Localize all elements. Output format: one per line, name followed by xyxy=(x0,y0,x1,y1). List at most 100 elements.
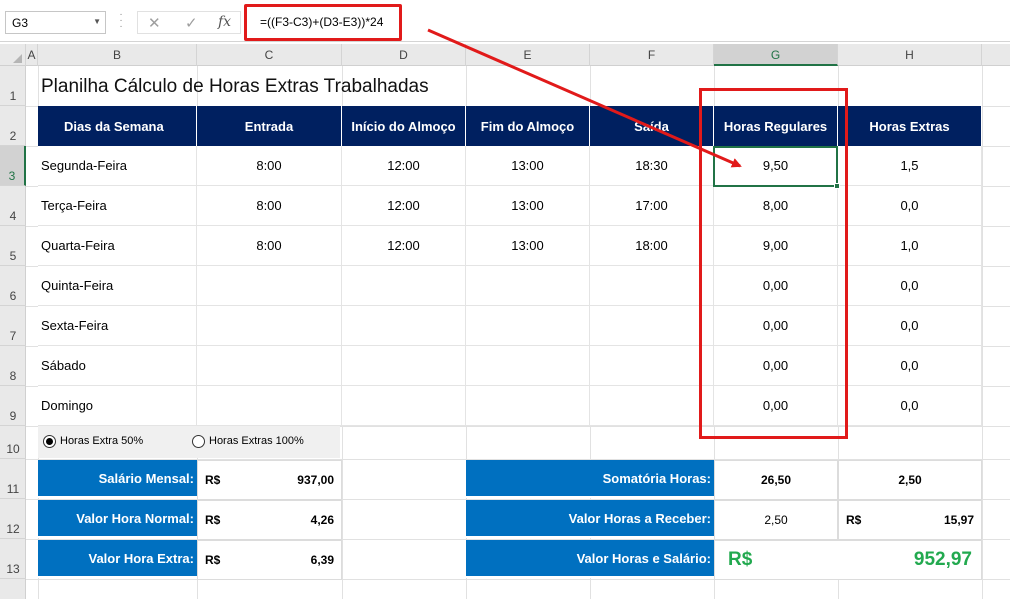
row-header-11[interactable]: 11 xyxy=(0,459,26,499)
check-icon[interactable]: ✓ xyxy=(185,14,198,32)
row-header-9[interactable]: 9 xyxy=(0,386,26,426)
label-valor-hora-normal[interactable]: Valor Hora Normal: xyxy=(38,500,197,538)
header-horas-extras[interactable]: Horas Extras xyxy=(838,106,982,146)
header-dias-da-semana[interactable]: Dias da Semana xyxy=(38,106,197,146)
cancel-icon[interactable]: ✕ xyxy=(148,14,161,32)
column-header-f[interactable]: F xyxy=(590,44,714,66)
label-somatoria-horas[interactable]: Somatória Horas: xyxy=(466,460,714,498)
name-box[interactable]: G3 ▼ xyxy=(5,11,106,34)
row-header-7[interactable]: 7 xyxy=(0,306,26,346)
row-header-4[interactable]: 4 xyxy=(0,186,26,226)
row-header-13[interactable]: 13 xyxy=(0,539,26,579)
saida-cell[interactable] xyxy=(590,346,714,386)
label-valor-horas-salario[interactable]: Valor Horas e Salário: xyxy=(466,540,714,578)
label-valor-horas-receber[interactable]: Valor Horas a Receber: xyxy=(466,500,714,538)
day-cell[interactable]: Domingo xyxy=(38,386,197,426)
row-header-5[interactable]: 5 xyxy=(0,226,26,266)
column-headers: A B C D E F G H xyxy=(0,44,1010,66)
formula-highlight-box xyxy=(244,4,402,41)
radio-horas-extra-50[interactable] xyxy=(43,435,56,448)
inicio-almoco-cell[interactable] xyxy=(342,266,466,306)
inicio-almoco-cell[interactable] xyxy=(342,346,466,386)
column-header-a[interactable]: A xyxy=(26,44,38,66)
day-cell[interactable]: Terça-Feira xyxy=(38,186,197,226)
header-fim-almoco[interactable]: Fim do Almoço xyxy=(466,106,590,146)
salario-mensal-value: 937,00 xyxy=(297,473,334,487)
chevron-down-icon[interactable]: ▼ xyxy=(93,17,101,26)
valor-hora-normal-cell[interactable]: R$ 4,26 xyxy=(197,500,342,540)
drag-handle-icon[interactable]: · · · xyxy=(116,10,126,32)
column-header-e[interactable]: E xyxy=(466,44,590,66)
row-header-10[interactable]: 10 xyxy=(0,426,26,459)
radio-horas-extras-100[interactable] xyxy=(192,435,205,448)
day-cell[interactable]: Quinta-Feira xyxy=(38,266,197,306)
horas-extras-cell[interactable]: 0,0 xyxy=(838,266,982,306)
entrada-cell[interactable]: 8:00 xyxy=(197,186,342,226)
inicio-almoco-cell[interactable]: 12:00 xyxy=(342,186,466,226)
column-header-b[interactable]: B xyxy=(38,44,197,66)
column-header-d[interactable]: D xyxy=(342,44,466,66)
day-cell[interactable]: Sexta-Feira xyxy=(38,306,197,346)
entrada-cell[interactable] xyxy=(197,386,342,426)
horas-extras-cell[interactable]: 0,0 xyxy=(838,306,982,346)
saida-cell[interactable]: 17:00 xyxy=(590,186,714,226)
row-header-6[interactable]: 6 xyxy=(0,266,26,306)
label-valor-hora-extra[interactable]: Valor Hora Extra: xyxy=(38,540,197,578)
inicio-almoco-cell[interactable]: 12:00 xyxy=(342,226,466,266)
saida-cell[interactable] xyxy=(590,386,714,426)
salario-mensal-cell[interactable]: R$ 937,00 xyxy=(197,460,342,500)
column-header-g[interactable]: G xyxy=(714,44,838,66)
inicio-almoco-cell[interactable] xyxy=(342,306,466,346)
insert-function-icon[interactable]: fx xyxy=(218,14,231,30)
header-entrada[interactable]: Entrada xyxy=(197,106,342,146)
valor-receber-horas-cell[interactable]: 2,50 xyxy=(714,500,838,540)
saida-cell[interactable]: 18:30 xyxy=(590,146,714,186)
horas-extras-cell[interactable]: 1,5 xyxy=(838,146,982,186)
column-header-h[interactable]: H xyxy=(838,44,982,66)
horas-extras-cell[interactable]: 0,0 xyxy=(838,386,982,426)
somatoria-regulares-cell[interactable]: 26,50 xyxy=(714,460,838,500)
horas-extras-cell[interactable]: 1,0 xyxy=(838,226,982,266)
fim-almoco-cell[interactable]: 13:00 xyxy=(466,186,590,226)
entrada-cell[interactable]: 8:00 xyxy=(197,226,342,266)
valor-hora-extra-cell[interactable]: R$ 6,39 xyxy=(197,540,342,580)
currency-symbol: R$ xyxy=(846,513,862,527)
valor-receber-cell[interactable]: R$ 15,97 xyxy=(838,500,982,540)
saida-cell[interactable] xyxy=(590,266,714,306)
saida-cell[interactable]: 18:00 xyxy=(590,226,714,266)
select-all-button[interactable] xyxy=(0,44,26,66)
day-cell[interactable]: Sábado xyxy=(38,346,197,386)
valor-hora-normal-value: 4,26 xyxy=(310,513,334,527)
horas-extras-cell[interactable]: 0,0 xyxy=(838,346,982,386)
entrada-cell[interactable] xyxy=(197,266,342,306)
name-box-value: G3 xyxy=(12,16,29,30)
header-inicio-almoco[interactable]: Início do Almoço xyxy=(342,106,466,146)
column-header-c[interactable]: C xyxy=(197,44,342,66)
inicio-almoco-cell[interactable] xyxy=(342,386,466,426)
row-header-12[interactable]: 12 xyxy=(0,499,26,539)
label-salario-mensal[interactable]: Salário Mensal: xyxy=(38,460,197,498)
column-highlight-box xyxy=(699,88,848,439)
entrada-cell[interactable] xyxy=(197,306,342,346)
row-header-3[interactable]: 3 xyxy=(0,146,26,186)
horas-extras-cell[interactable]: 0,0 xyxy=(838,186,982,226)
entrada-cell[interactable]: 8:00 xyxy=(197,146,342,186)
fim-almoco-cell[interactable] xyxy=(466,266,590,306)
fim-almoco-cell[interactable] xyxy=(466,386,590,426)
saida-cell[interactable] xyxy=(590,306,714,346)
somatoria-extras-cell[interactable]: 2,50 xyxy=(838,460,982,500)
inicio-almoco-cell[interactable]: 12:00 xyxy=(342,146,466,186)
fim-almoco-cell[interactable] xyxy=(466,306,590,346)
row-header-2[interactable]: 2 xyxy=(0,106,26,146)
day-cell[interactable]: Quarta-Feira xyxy=(38,226,197,266)
row-header-1[interactable]: 1 xyxy=(0,66,26,106)
valor-horas-salario-cell[interactable]: R$ 952,97 xyxy=(714,540,982,580)
entrada-cell[interactable] xyxy=(197,346,342,386)
fim-almoco-cell[interactable]: 13:00 xyxy=(466,146,590,186)
sheet-title[interactable]: Planilha Cálculo de Horas Extras Trabalh… xyxy=(41,76,429,98)
fim-almoco-cell[interactable]: 13:00 xyxy=(466,226,590,266)
header-saida[interactable]: Saída xyxy=(590,106,714,146)
fim-almoco-cell[interactable] xyxy=(466,346,590,386)
day-cell[interactable]: Segunda-Feira xyxy=(38,146,197,186)
row-header-8[interactable]: 8 xyxy=(0,346,26,386)
